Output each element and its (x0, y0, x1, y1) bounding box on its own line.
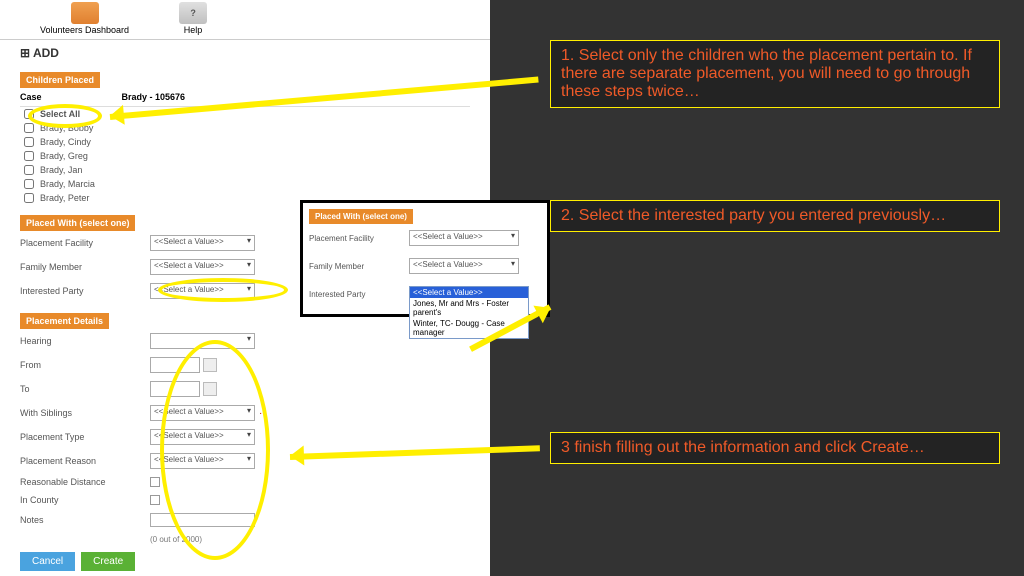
dropdown-option[interactable]: <<Select a Value>> (410, 287, 528, 298)
help-icon: ? (179, 2, 207, 24)
reasonable-distance-checkbox[interactable] (150, 477, 160, 487)
child-checkbox[interactable] (24, 193, 34, 203)
field-label: Family Member (309, 262, 409, 271)
annotation-step-2: 2. Select the interested party you enter… (550, 200, 1000, 232)
field-label: Family Member (20, 262, 150, 272)
child-checkbox[interactable] (24, 123, 34, 133)
child-row[interactable]: Brady, Cindy (20, 135, 470, 149)
family-member-select[interactable]: <<Select a Value>> (409, 258, 519, 274)
child-name: Brady, Greg (40, 151, 88, 161)
child-row[interactable]: Brady, Bobby (20, 121, 470, 135)
field-label: Placement Reason (20, 456, 150, 466)
section-header: Placed With (select one) (20, 215, 135, 231)
help-button[interactable]: ? Help (179, 2, 207, 35)
field-label: With Siblings (20, 408, 150, 418)
section-header: Placed With (select one) (309, 209, 413, 224)
child-row[interactable]: Brady, Greg (20, 149, 470, 163)
field-label: From (20, 360, 150, 370)
field-label: Notes (20, 515, 150, 525)
dropdown-option[interactable]: Jones, Mr and Mrs - Foster parent's (410, 298, 528, 318)
interested-party-select[interactable]: <<Select a Value>> (150, 283, 255, 299)
char-counter: (0 out of 2000) (150, 535, 202, 544)
section-header: Children Placed (20, 72, 100, 88)
child-checkbox[interactable] (24, 165, 34, 175)
family-member-select[interactable]: <<Select a Value>> (150, 259, 255, 275)
child-name: Brady, Jan (40, 165, 82, 175)
child-name: Brady, Peter (40, 193, 89, 203)
cancel-button[interactable]: Cancel (20, 552, 75, 571)
child-name: Brady, Cindy (40, 137, 91, 147)
case-value: Brady - 105676 (122, 92, 186, 102)
from-date-input[interactable] (150, 357, 200, 373)
field-label: Placement Facility (20, 238, 150, 248)
field-label: To (20, 384, 150, 394)
placement-reason-select[interactable]: <<Select a Value>> (150, 453, 255, 469)
children-placed-section: Children Placed Case Brady - 105676 Sele… (20, 72, 470, 205)
annotation-step-1: 1. Select only the children who the plac… (550, 40, 1000, 108)
toolbar-label: Help (179, 25, 207, 35)
field-label: In County (20, 495, 150, 505)
volunteers-dashboard-button[interactable]: Volunteers Dashboard (40, 2, 129, 35)
calendar-icon[interactable] (203, 358, 217, 372)
field-label: Hearing (20, 336, 150, 346)
annotation-step-3: 3 finish filling out the information and… (550, 432, 1000, 464)
child-row[interactable]: Brady, Marcia (20, 177, 470, 191)
hearing-select[interactable] (150, 333, 255, 349)
child-name: Brady, Bobby (40, 123, 93, 133)
toolbar-label: Volunteers Dashboard (40, 25, 129, 35)
field-label: Placement Type (20, 432, 150, 442)
in-county-checkbox[interactable] (150, 495, 160, 505)
case-label: Case (20, 92, 42, 102)
select-all-checkbox[interactable] (24, 109, 34, 119)
select-all-row[interactable]: Select All (20, 107, 470, 121)
top-toolbar: Volunteers Dashboard ? Help (0, 0, 490, 37)
child-checkbox[interactable] (24, 179, 34, 189)
notes-input[interactable] (150, 513, 255, 527)
placed-with-popup: Placed With (select one) Placement Facil… (300, 200, 550, 317)
field-label: Placement Facility (309, 234, 409, 243)
create-button[interactable]: Create (81, 552, 135, 571)
child-row[interactable]: Brady, Jan (20, 163, 470, 177)
placement-type-select[interactable]: <<Select a Value>> (150, 429, 255, 445)
field-label: Interested Party (309, 290, 409, 299)
select-all-label: Select All (40, 109, 80, 119)
child-checkbox[interactable] (24, 151, 34, 161)
interested-party-dropdown[interactable]: <<Select a Value>> Jones, Mr and Mrs - F… (409, 286, 529, 339)
calendar-icon[interactable] (203, 382, 217, 396)
dropdown-option[interactable]: Winter, TC- Dougg - Case manager (410, 318, 528, 338)
with-siblings-select[interactable]: <<Select a Value>> (150, 405, 255, 421)
field-label: Interested Party (20, 286, 150, 296)
required-marker: · (259, 408, 262, 419)
dashboard-icon (71, 2, 99, 24)
child-name: Brady, Marcia (40, 179, 95, 189)
page-title: ADD (0, 44, 490, 62)
placement-facility-select[interactable]: <<Select a Value>> (409, 230, 519, 246)
placement-facility-select[interactable]: <<Select a Value>> (150, 235, 255, 251)
section-header: Placement Details (20, 313, 109, 329)
child-checkbox[interactable] (24, 137, 34, 147)
field-label: Reasonable Distance (20, 477, 150, 487)
placement-details-section: Placement Details Hearing From To With S… (20, 313, 470, 575)
to-date-input[interactable] (150, 381, 200, 397)
